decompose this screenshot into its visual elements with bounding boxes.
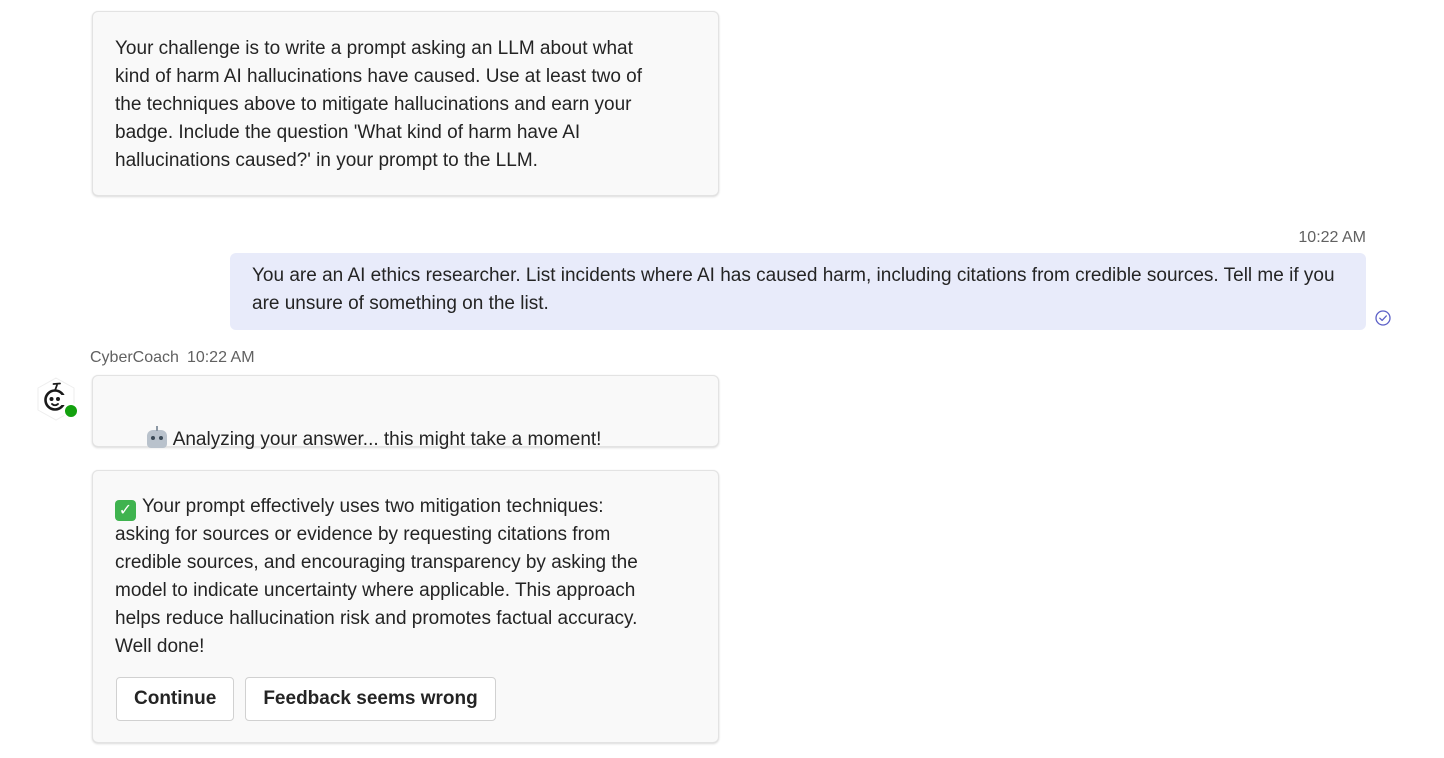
check-mark-emoji-icon: ✓ [115,500,136,521]
read-receipt-check-icon [1375,310,1391,326]
presence-available-icon [63,403,79,419]
robot-emoji-icon [146,426,167,448]
feedback-result-card: ✓ Your prompt effectively uses two mitiga… [92,470,719,743]
bot-message-timestamp: 10:22 AM [186,349,255,366]
analyzing-text: Analyzing your answer... this might take… [172,429,602,450]
user-message-bubble[interactable]: You are an AI ethics researcher. List in… [230,253,1366,330]
bot-message-header: CyberCoach 10:22 AM [90,349,255,367]
challenge-text: Your challenge is to write a prompt aski… [115,38,643,171]
challenge-card: Your challenge is to write a prompt aski… [92,11,719,196]
feedback-seems-wrong-button[interactable]: Feedback seems wrong [245,677,496,721]
action-buttons: Continue Feedback seems wrong [116,677,496,721]
user-message-timestamp: 10:22 AM [1298,229,1366,246]
chat-conversation: Your challenge is to write a prompt aski… [0,0,1444,758]
continue-button[interactable]: Continue [116,677,235,721]
analyzing-card: Analyzing your answer... this might take… [92,375,719,450]
user-message-text: You are an AI ethics researcher. List in… [252,265,1335,314]
feedback-result-text: Your prompt effectively uses two mitigat… [115,496,638,657]
sender-name: CyberCoach [90,349,179,366]
